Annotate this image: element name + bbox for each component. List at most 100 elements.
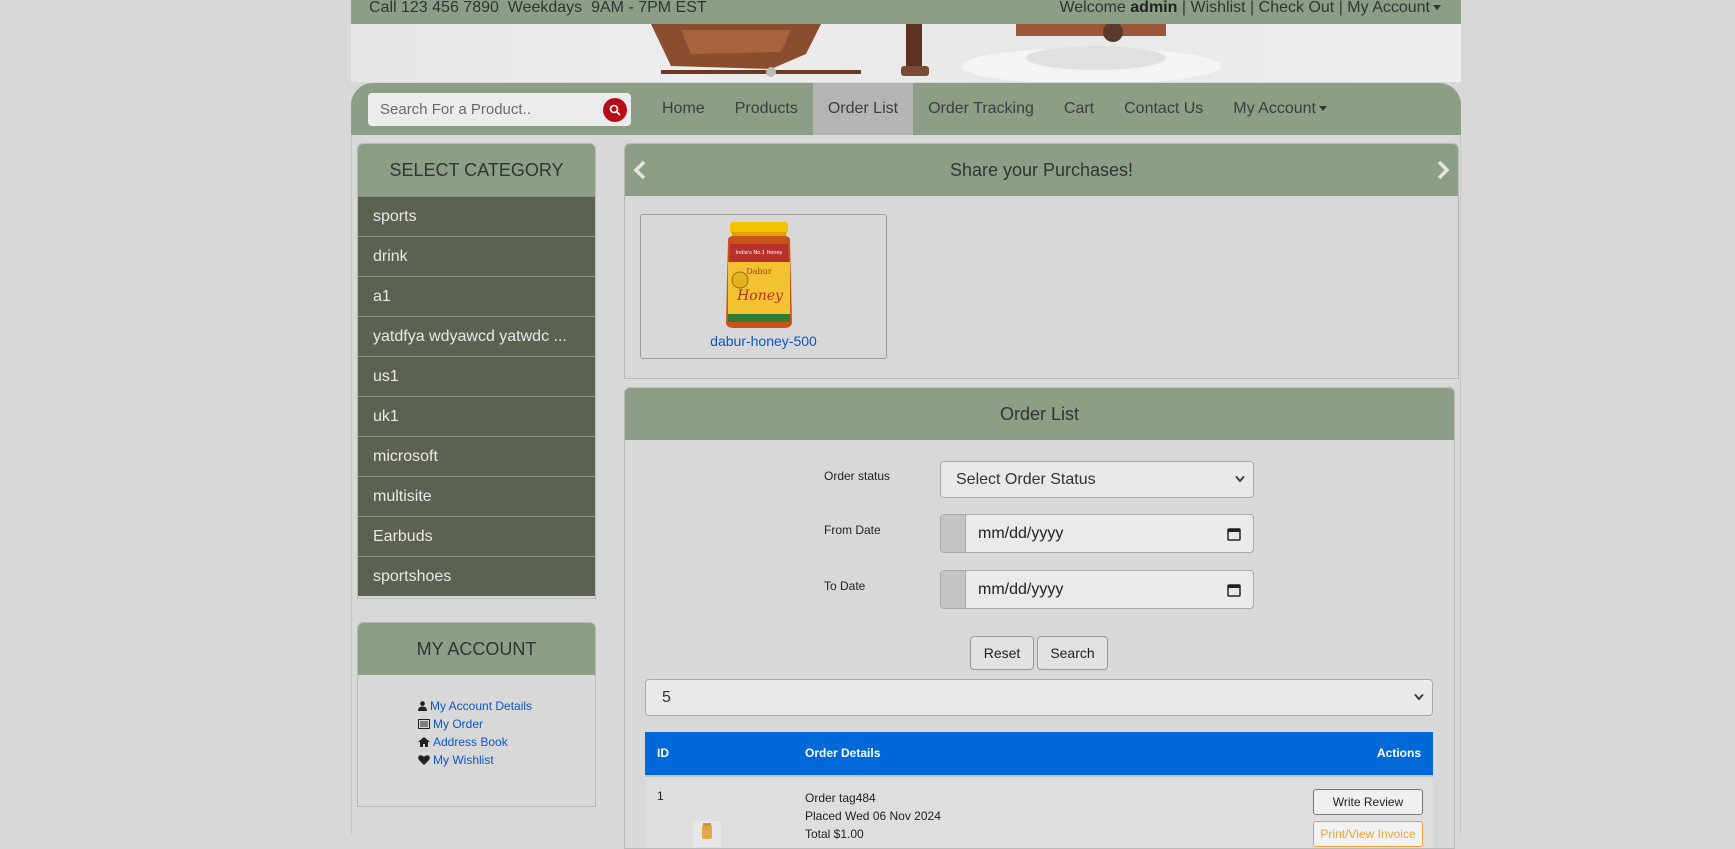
category-item-multisite[interactable]: multisite bbox=[358, 476, 595, 516]
to-date-input[interactable]: mm/dd/yyyy bbox=[940, 570, 1254, 609]
share-purchases-panel: Share your Purchases! Dabur Honey India'… bbox=[624, 143, 1459, 379]
from-date-value: mm/dd/yyyy bbox=[978, 525, 1064, 542]
account-links: My Account Details My Order Address Book… bbox=[418, 697, 532, 769]
search-button[interactable] bbox=[603, 98, 627, 122]
category-item-sportshoes[interactable]: sportshoes bbox=[358, 556, 595, 596]
order-tag: Order tag484 bbox=[805, 791, 876, 805]
category-title: SELECT CATEGORY bbox=[358, 144, 595, 196]
share-purchases-header: Share your Purchases! bbox=[625, 144, 1458, 196]
hero-banner bbox=[351, 24, 1461, 82]
page-wrapper: Call 123 456 7890 Weekdays 9AM - 7PM EST… bbox=[351, 0, 1461, 849]
separator: | bbox=[1338, 0, 1343, 16]
chevron-right-icon[interactable] bbox=[1430, 158, 1454, 182]
category-panel: SELECT CATEGORY sports drink a1 yatdfya … bbox=[357, 143, 596, 599]
my-wishlist-link[interactable]: My Wishlist bbox=[418, 751, 532, 769]
order-status-label: Order status bbox=[824, 469, 891, 483]
to-date-value: mm/dd/yyyy bbox=[978, 581, 1064, 598]
chevron-down-icon bbox=[1318, 106, 1327, 112]
column-header-id: ID bbox=[657, 746, 669, 760]
category-item-a1[interactable]: a1 bbox=[358, 276, 595, 316]
checkout-link[interactable]: Check Out bbox=[1259, 0, 1335, 16]
main-navbar: Home Products Order List Order Tracking … bbox=[351, 83, 1461, 135]
order-status-select[interactable]: Select Order Status bbox=[940, 461, 1254, 498]
column-header-actions: Actions bbox=[1376, 746, 1421, 760]
product-label-main: Honey bbox=[736, 288, 784, 304]
nav-links: Home Products Order List Order Tracking … bbox=[647, 83, 1342, 135]
my-order-link[interactable]: My Order bbox=[418, 715, 532, 733]
print-invoice-button[interactable]: Print/View Invoice bbox=[1313, 821, 1423, 847]
chevron-down-icon bbox=[1235, 475, 1245, 483]
write-review-button[interactable]: Write Review bbox=[1313, 789, 1423, 815]
reset-button[interactable]: Reset bbox=[970, 636, 1034, 670]
order-product-thumbnail bbox=[693, 821, 721, 847]
chevron-left-icon[interactable] bbox=[629, 158, 653, 182]
nav-cart[interactable]: Cart bbox=[1049, 83, 1109, 135]
category-item-yatdfya[interactable]: yatdfya wdyawcd yatwdc ... bbox=[358, 316, 595, 356]
product-card[interactable]: Dabur Honey India's No.1 Honey dabur-hon… bbox=[640, 214, 887, 359]
my-account-label: My Account bbox=[1347, 0, 1430, 16]
search-button[interactable]: Search bbox=[1037, 636, 1108, 670]
calendar-icon[interactable] bbox=[1227, 527, 1241, 541]
chevron-down-icon bbox=[1414, 693, 1424, 701]
search-icon bbox=[609, 104, 621, 116]
search-input[interactable] bbox=[368, 93, 605, 126]
home-icon bbox=[418, 737, 430, 747]
category-item-earbuds[interactable]: Earbuds bbox=[358, 516, 595, 556]
category-item-microsoft[interactable]: microsoft bbox=[358, 436, 595, 476]
address-book-link[interactable]: Address Book bbox=[418, 733, 532, 751]
to-date-addon bbox=[941, 571, 966, 608]
product-label-brand: Dabur bbox=[746, 267, 771, 276]
nav-order-tracking[interactable]: Order Tracking bbox=[913, 83, 1049, 135]
nav-home[interactable]: Home bbox=[647, 83, 720, 135]
category-item-sports[interactable]: sports bbox=[358, 196, 595, 236]
category-item-drink[interactable]: drink bbox=[358, 236, 595, 276]
order-details: Order tag484 Placed Wed 06 Nov 2024 Tota… bbox=[805, 789, 941, 843]
order-status-value: Select Order Status bbox=[956, 471, 1096, 488]
share-purchases-title: Share your Purchases! bbox=[949, 160, 1134, 180]
banner-image bbox=[651, 24, 1221, 82]
address-book-label: Address Book bbox=[433, 735, 508, 749]
calendar-icon[interactable] bbox=[1227, 583, 1241, 597]
nav-my-account[interactable]: My Account bbox=[1218, 83, 1342, 135]
order-total: Total $1.00 bbox=[805, 827, 864, 841]
from-date-input[interactable]: mm/dd/yyyy bbox=[940, 514, 1254, 553]
my-account-dropdown[interactable]: My Account bbox=[1347, 0, 1441, 16]
category-item-uk1[interactable]: uk1 bbox=[358, 396, 595, 436]
page-size-select[interactable]: 5 bbox=[645, 679, 1433, 716]
chevron-down-icon bbox=[1433, 5, 1441, 11]
from-date-addon bbox=[941, 515, 966, 552]
order-placed-date: Placed Wed 06 Nov 2024 bbox=[805, 809, 941, 823]
my-account-title: MY ACCOUNT bbox=[358, 623, 595, 675]
my-account-panel: MY ACCOUNT My Account Details My Order A… bbox=[357, 622, 596, 807]
product-label-top: India's No.1 Honey bbox=[736, 250, 783, 256]
separator: | bbox=[1250, 0, 1255, 16]
order-list-panel: Order List Order status Select Order Sta… bbox=[624, 387, 1455, 849]
account-details-link[interactable]: My Account Details bbox=[418, 697, 532, 715]
wishlist-link[interactable]: Wishlist bbox=[1190, 0, 1245, 16]
to-date-label: To Date bbox=[824, 579, 866, 593]
separator: | bbox=[1181, 0, 1187, 16]
nav-products[interactable]: Products bbox=[720, 83, 813, 135]
product-name-link[interactable]: dabur-honey-500 bbox=[641, 333, 886, 349]
user-icon bbox=[418, 701, 427, 711]
contact-info: Call 123 456 7890 Weekdays 9AM - 7PM EST bbox=[369, 0, 707, 16]
column-header-order-details: Order Details bbox=[805, 746, 881, 760]
orders-table-header: ID Order Details Actions bbox=[645, 732, 1433, 775]
welcome-text: Welcome bbox=[1059, 0, 1126, 16]
username: admin bbox=[1130, 0, 1178, 16]
top-bar: Call 123 456 7890 Weekdays 9AM - 7PM EST… bbox=[351, 0, 1461, 24]
table-row: 1 Order tag484 Placed Wed 06 Nov 2024 To… bbox=[645, 775, 1433, 848]
my-order-label: My Order bbox=[433, 717, 484, 731]
my-wishlist-label: My Wishlist bbox=[433, 753, 494, 767]
heart-icon bbox=[418, 755, 430, 765]
product-thumbnail-image bbox=[702, 823, 712, 839]
search-box bbox=[368, 93, 631, 126]
product-image: Dabur Honey India's No.1 Honey bbox=[726, 222, 792, 328]
account-details-label: My Account Details bbox=[430, 699, 533, 713]
order-id: 1 bbox=[657, 789, 664, 803]
order-list-title: Order List bbox=[625, 388, 1454, 440]
category-item-us1[interactable]: us1 bbox=[358, 356, 595, 396]
nav-contact-us[interactable]: Contact Us bbox=[1109, 83, 1218, 135]
nav-order-list[interactable]: Order List bbox=[812, 83, 914, 135]
list-alt-icon bbox=[418, 719, 430, 729]
